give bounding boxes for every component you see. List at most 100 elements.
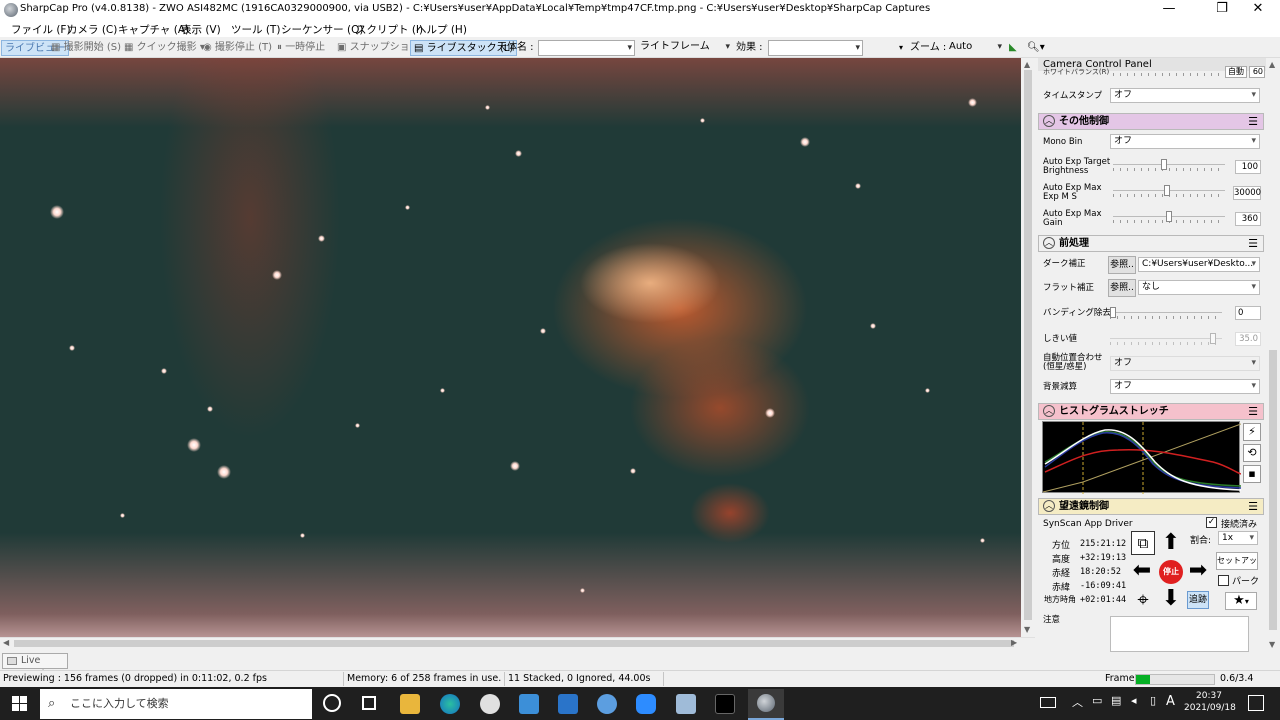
ae-target-slider[interactable]	[1113, 159, 1225, 171]
preprocessing-header[interactable]: ︿ 前処理 ☰	[1038, 235, 1264, 252]
menu-view[interactable]: 表示 (V)	[181, 22, 221, 37]
scroll-right-icon[interactable]: ▶	[1011, 638, 1017, 647]
color-dropdown-icon[interactable]: ▾	[899, 40, 903, 56]
target-name-input[interactable]	[538, 40, 635, 56]
menu-tools[interactable]: ツール (T)	[231, 22, 280, 37]
setup-button[interactable]: セットアップ	[1216, 552, 1258, 570]
magnifier-icon[interactable]: 🔍︎▾	[1027, 40, 1045, 56]
mono-bin-select[interactable]: オフ	[1110, 134, 1260, 149]
goto-icon[interactable]: ⧉	[1131, 531, 1155, 555]
banding-value[interactable]: 0	[1235, 306, 1261, 320]
menu-scripting[interactable]: スクリプト (I)	[356, 22, 423, 37]
mail-icon[interactable]	[558, 694, 578, 714]
volume-icon[interactable]: ◂	[1131, 694, 1137, 707]
histogram-display[interactable]	[1042, 421, 1242, 494]
frame-type-select[interactable]: ライトフレーム	[637, 40, 732, 56]
menu-help[interactable]: ヘルプ (H)	[416, 22, 467, 37]
notification-icon[interactable]	[1248, 695, 1264, 711]
menu-camera[interactable]: カメラ (C)	[67, 22, 117, 37]
scroll-left-icon[interactable]: ◀	[3, 638, 9, 647]
collapse-icon[interactable]: ︿	[1043, 500, 1055, 512]
background-subtraction-select[interactable]: オフ	[1110, 379, 1260, 394]
app-icon[interactable]	[715, 694, 735, 714]
scroll-up-icon[interactable]: ▲	[1024, 60, 1030, 69]
lightning-icon[interactable]: ⚡	[1243, 423, 1261, 441]
crosshair-icon[interactable]: ⌖	[1131, 588, 1155, 610]
telescope-control-header[interactable]: ︿ 望遠鏡制御 ☰	[1038, 498, 1264, 515]
app-icon[interactable]	[676, 694, 696, 714]
histogram-stretch-header[interactable]: ︿ ヒストグラムストレッチ ☰	[1038, 403, 1264, 420]
pause-button[interactable]: ⏸ 一時停止	[277, 40, 325, 56]
auto-align-select[interactable]: オフ	[1110, 356, 1260, 371]
chevron-up-icon[interactable]: ︿	[1072, 694, 1083, 710]
reset-icon[interactable]: ⟲	[1243, 444, 1261, 462]
threshold-value[interactable]: 35.0	[1235, 332, 1261, 346]
menu-file[interactable]: ファイル (F)	[11, 22, 71, 37]
ae-max-exp-slider[interactable]	[1113, 185, 1225, 197]
partial-slider[interactable]	[1113, 73, 1225, 76]
threshold-slider[interactable]	[1110, 333, 1222, 345]
close-button[interactable]: ✕	[1236, 0, 1280, 20]
menu-sequencer[interactable]: シーケンサー (Q)	[281, 22, 363, 37]
rate-select[interactable]: 1x	[1218, 531, 1258, 545]
move-south-icon[interactable]: ⬇	[1159, 588, 1183, 610]
star-button[interactable]: ★▾	[1225, 592, 1257, 610]
move-west-icon[interactable]: ⬅	[1130, 560, 1154, 582]
taskbar-search-box[interactable]: ⌕ ここに入力して検索	[40, 689, 312, 719]
taskbar-clock[interactable]: 20:37 2021/09/18	[1184, 690, 1236, 714]
viewer-vertical-scroll-thumb[interactable]	[1024, 70, 1032, 620]
park-checkbox[interactable]	[1218, 575, 1229, 586]
move-north-icon[interactable]: ⬆	[1159, 532, 1183, 554]
windows-start-icon[interactable]	[12, 696, 27, 711]
store-icon[interactable]	[519, 694, 539, 714]
app-icon[interactable]	[597, 694, 617, 714]
scroll-down-icon[interactable]: ▼	[1024, 625, 1030, 634]
ae-max-gain-slider[interactable]	[1113, 211, 1225, 223]
save-icon[interactable]: ▪	[1243, 465, 1261, 483]
notes-textarea[interactable]	[1110, 616, 1249, 652]
quick-capture-button[interactable]: ▦ クイック撮影 ▾	[124, 40, 205, 56]
live-stack-tab[interactable]: Live Stack	[2, 653, 68, 680]
collapse-icon[interactable]: ︿	[1043, 237, 1055, 249]
flat-file-select[interactable]: なし	[1138, 280, 1260, 295]
dark-file-select[interactable]: C:¥Users¥user¥Deskto...	[1138, 257, 1260, 272]
stop-button[interactable]: 停止	[1159, 560, 1183, 584]
zoom-select[interactable]: Auto	[946, 40, 1004, 56]
collapse-icon[interactable]: ︿	[1043, 405, 1055, 417]
menu-icon[interactable]: ☰	[1248, 114, 1258, 129]
tray-icon[interactable]: ▭	[1092, 694, 1102, 707]
sharpcap-taskbar-button[interactable]	[748, 689, 784, 720]
start-capture-button[interactable]: ▦ 撮影開始 (S)	[51, 40, 121, 56]
viewer-horizontal-scroll-thumb[interactable]	[14, 640, 1014, 647]
minimize-button[interactable]: —	[1147, 0, 1191, 20]
ime-indicator[interactable]: A	[1166, 694, 1175, 709]
dark-browse-button[interactable]: 参照..	[1108, 256, 1136, 274]
battery-icon[interactable]: ▯	[1150, 694, 1156, 707]
stop-capture-button[interactable]: ◉ 撮影停止 (T)	[203, 40, 272, 56]
tracking-button[interactable]: 追跡	[1187, 591, 1209, 609]
ae-target-value[interactable]: 100	[1235, 160, 1261, 174]
menu-icon[interactable]: ☰	[1248, 236, 1258, 251]
network-icon[interactable]: ▤	[1111, 694, 1121, 707]
file-explorer-icon[interactable]	[400, 694, 420, 714]
action-icon[interactable]	[1040, 697, 1056, 708]
panel-scroll-thumb[interactable]	[1269, 350, 1277, 630]
move-east-icon[interactable]: ➡	[1186, 560, 1210, 582]
banding-slider[interactable]	[1110, 307, 1222, 319]
image-viewer[interactable]	[0, 58, 1021, 637]
zoom-app-icon[interactable]	[636, 694, 656, 714]
panel-scroll-up-icon[interactable]: ▲	[1269, 60, 1275, 69]
histogram-icon[interactable]: ◣	[1009, 40, 1017, 56]
partial-auto-button[interactable]: 自動	[1225, 66, 1247, 78]
effect-select[interactable]	[768, 40, 863, 56]
timestamp-select[interactable]: オフ	[1110, 88, 1260, 103]
menu-icon[interactable]: ☰	[1248, 499, 1258, 514]
misc-control-header[interactable]: ︿ その他制御 ☰	[1038, 113, 1264, 130]
task-view-icon[interactable]	[362, 696, 376, 710]
app-icon[interactable]	[480, 694, 500, 714]
connected-checkbox[interactable]: ✓	[1206, 517, 1217, 528]
collapse-icon[interactable]: ︿	[1043, 115, 1055, 127]
menu-capture[interactable]: キャプチャ (A)	[118, 22, 189, 37]
ae-max-exp-value[interactable]: 30000	[1233, 186, 1261, 200]
panel-scroll-down-icon[interactable]: ▼	[1269, 640, 1275, 649]
